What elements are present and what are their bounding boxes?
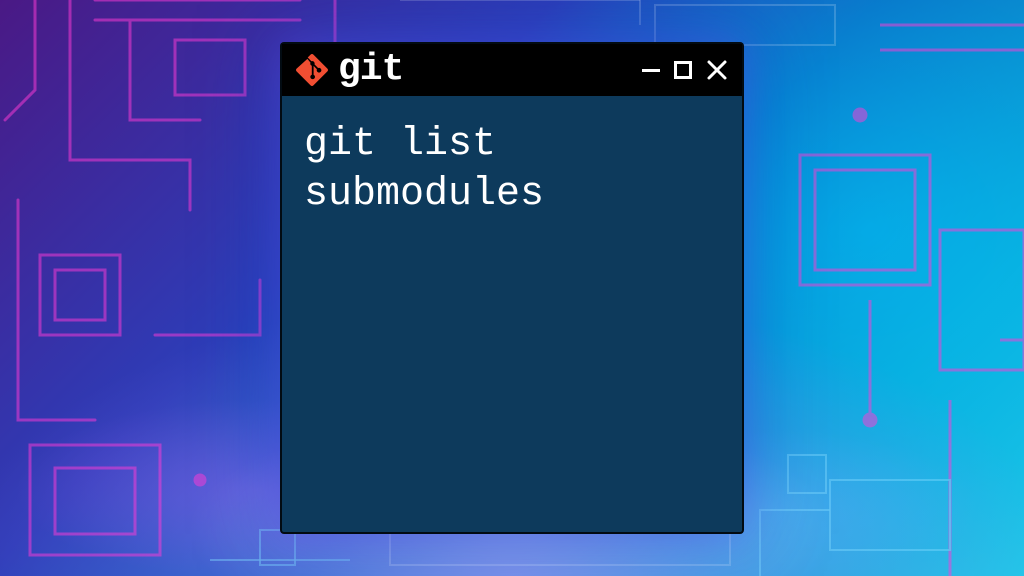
terminal-window: git git list submodules: [280, 42, 744, 534]
window-title: git: [338, 51, 403, 89]
terminal-body[interactable]: git list submodules: [282, 96, 742, 532]
title-bar[interactable]: git: [282, 44, 742, 96]
maximize-button[interactable]: [674, 61, 692, 79]
title-bar-left: git: [296, 51, 403, 89]
close-button[interactable]: [706, 59, 728, 81]
minimize-button[interactable]: [642, 69, 660, 72]
window-controls: [642, 59, 728, 81]
git-logo-icon: [296, 54, 328, 86]
terminal-content: git list submodules: [304, 122, 544, 217]
